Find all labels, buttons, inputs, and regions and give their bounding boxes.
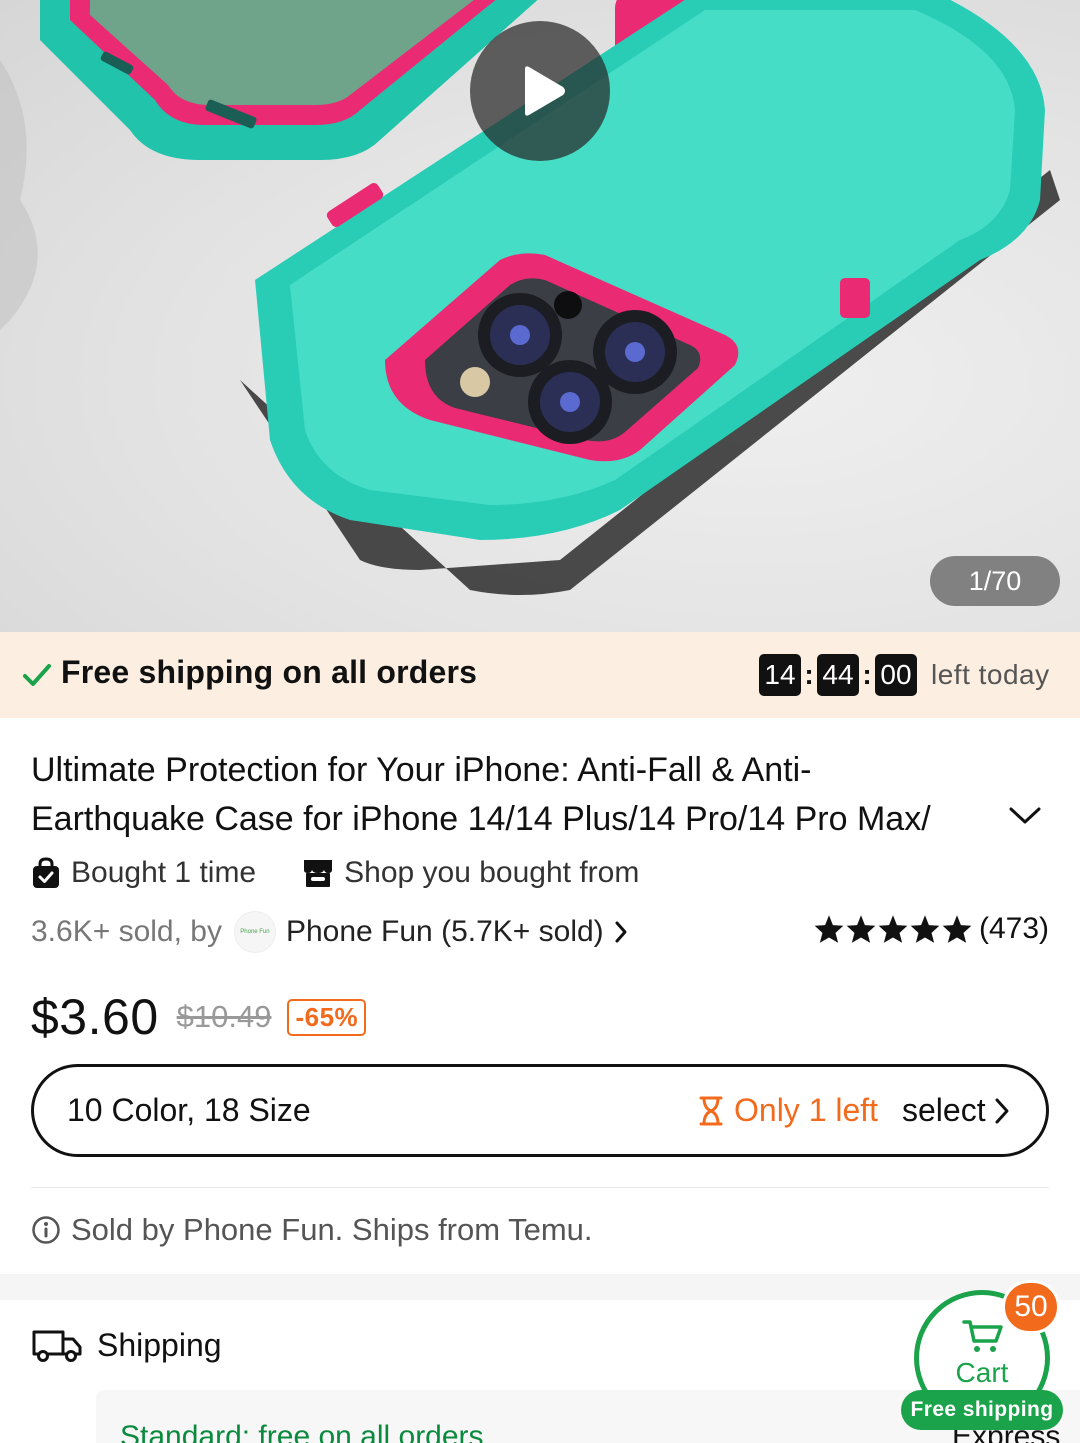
shipping-title: Shipping bbox=[97, 1326, 222, 1363]
free-shipping-text: Free shipping on all orders bbox=[61, 654, 478, 690]
variant-selector[interactable]: 10 Color, 18 Size Only 1 left select bbox=[31, 1064, 1049, 1157]
play-icon bbox=[525, 66, 565, 116]
stock-text: Only 1 left bbox=[734, 1092, 879, 1128]
timer-separator: : bbox=[862, 659, 872, 690]
hourglass-icon bbox=[699, 1096, 723, 1125]
current-price: $3.60 bbox=[31, 989, 159, 1045]
shopping-bag-check-icon bbox=[33, 857, 59, 888]
checkmark-icon bbox=[23, 664, 51, 686]
cart-free-shipping-badge: Free shipping bbox=[901, 1390, 1063, 1430]
shop-link[interactable]: Phone Fun (5.7K+ sold) bbox=[286, 915, 628, 949]
free-shipping-banner: Free shipping on all orders 14 : 44 : 00… bbox=[0, 632, 1080, 718]
shop-logo-text: Phone Fun bbox=[240, 929, 270, 935]
shop-text: Shop you bought from bbox=[344, 856, 640, 889]
price-row: $3.60 $10.49 -65% bbox=[31, 988, 367, 1046]
rating-stars bbox=[813, 914, 973, 944]
countdown-timer: 14 : 44 : 00 left today bbox=[759, 654, 1050, 696]
rating-count: (473) bbox=[978, 912, 1049, 945]
product-title[interactable]: Ultimate Protection for Your iPhone: Ant… bbox=[31, 746, 971, 844]
seller-row: 3.6K+ sold, by Phone Fun Phone Fun (5.7K… bbox=[31, 911, 1049, 953]
cart-count-badge: 50 bbox=[1002, 1280, 1060, 1334]
timer-seconds: 00 bbox=[875, 654, 917, 696]
chevron-down-icon[interactable] bbox=[1008, 806, 1042, 826]
variant-summary: 10 Color, 18 Size bbox=[67, 1092, 311, 1128]
chevron-right-icon bbox=[615, 921, 627, 943]
rating[interactable]: (473) bbox=[813, 912, 1049, 946]
purchase-badges: Bought 1 time Shop you bought from bbox=[31, 856, 639, 890]
shop-logo[interactable]: Phone Fun bbox=[233, 911, 276, 953]
select-link[interactable]: select bbox=[902, 1092, 1010, 1129]
star-icon bbox=[846, 915, 876, 943]
timer-separator: : bbox=[804, 659, 814, 690]
stock-warning: Only 1 left bbox=[698, 1092, 878, 1129]
star-icon bbox=[814, 915, 844, 943]
bought-text: Bought 1 time bbox=[71, 856, 257, 889]
star-icon bbox=[942, 915, 972, 943]
timer-hours: 14 bbox=[759, 654, 801, 696]
bought-badge: Bought 1 time bbox=[31, 856, 256, 890]
product-image-gallery[interactable]: 1/70 bbox=[0, 0, 1080, 632]
cart-icon bbox=[962, 1320, 1003, 1352]
sold-count: 3.6K+ sold, by bbox=[31, 915, 222, 948]
image-counter: 1/70 bbox=[930, 556, 1060, 606]
store-icon bbox=[304, 860, 333, 887]
shipping-heading: Shipping bbox=[31, 1326, 222, 1364]
play-video-button[interactable] bbox=[470, 21, 610, 161]
sold-by-text: Sold by Phone Fun. Ships from Temu. bbox=[71, 1212, 593, 1247]
star-icon bbox=[878, 915, 908, 943]
original-price: $10.49 bbox=[176, 999, 272, 1034]
shop-badge: Shop you bought from bbox=[302, 856, 639, 890]
divider bbox=[31, 1187, 1049, 1188]
timer-suffix: left today bbox=[931, 659, 1050, 690]
discount-badge: -65% bbox=[287, 998, 367, 1036]
select-label: select bbox=[902, 1092, 986, 1128]
cart-label: Cart bbox=[955, 1357, 1009, 1388]
info-icon bbox=[32, 1216, 60, 1244]
shop-name: Phone Fun (5.7K+ sold) bbox=[285, 915, 604, 948]
delivery-truck-icon bbox=[32, 1330, 82, 1362]
star-icon bbox=[910, 915, 940, 943]
section-gap bbox=[0, 1274, 1080, 1300]
timer-minutes: 44 bbox=[817, 654, 859, 696]
standard-shipping: Standard: free on all orders bbox=[120, 1420, 484, 1443]
sold-by-notice[interactable]: Sold by Phone Fun. Ships from Temu. bbox=[31, 1212, 593, 1248]
chevron-right-icon bbox=[995, 1098, 1009, 1123]
